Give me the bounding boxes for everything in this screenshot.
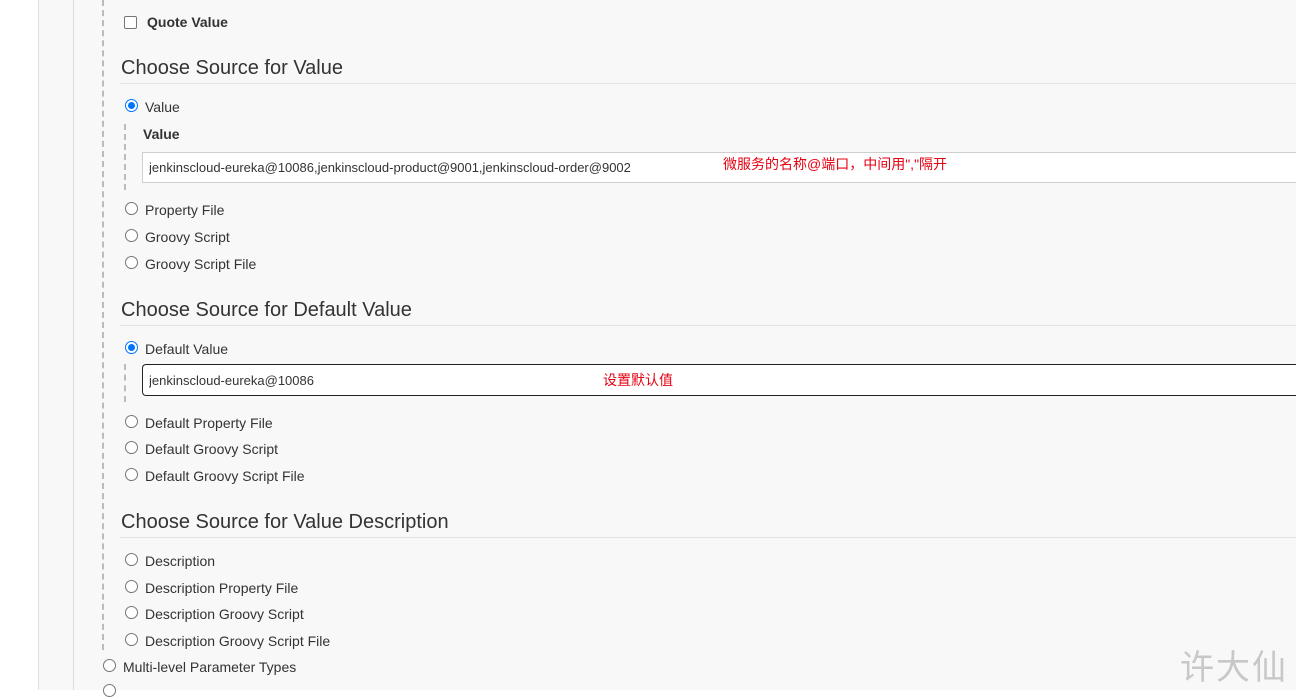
- radio-description-label: Description: [145, 553, 216, 569]
- nesting-rail: [73, 0, 74, 690]
- radio-groovy-script-label: Groovy Script: [145, 229, 230, 245]
- author-watermark: 许大仙: [1180, 648, 1288, 688]
- default-value-annotation: 设置默认值: [603, 372, 673, 388]
- section-dashed-guide: [102, 0, 104, 650]
- value-annotation: 微服务的名称@端口，中间用","隔开: [723, 156, 948, 172]
- radio-default-value[interactable]: [125, 341, 138, 354]
- default-value-source-divider: [120, 325, 1296, 326]
- radio-description-property-file-label: Description Property File: [145, 580, 299, 596]
- radio-default-value-label: Default Value: [145, 341, 229, 357]
- radio-groovy-script-file[interactable]: [125, 256, 138, 269]
- radio-default-groovy-script-label: Default Groovy Script: [145, 441, 279, 457]
- radio-default-groovy-script-file-label: Default Groovy Script File: [145, 468, 305, 484]
- value-dashed-guide: [124, 124, 126, 190]
- radio-description-groovy-script-file-label: Description Groovy Script File: [145, 633, 331, 649]
- radio-multi-level-parameter-types[interactable]: [103, 659, 116, 672]
- radio-property-file[interactable]: [125, 202, 138, 215]
- quote-value-checkbox[interactable]: [124, 16, 137, 29]
- radio-default-property-file[interactable]: [125, 415, 138, 428]
- radio-value[interactable]: [125, 99, 138, 112]
- radio-groovy-script[interactable]: [125, 229, 138, 242]
- quote-value-label: Quote Value: [147, 14, 228, 30]
- radio-description-groovy-script[interactable]: [125, 606, 138, 619]
- radio-groovy-script-file-label: Groovy Script File: [145, 256, 257, 272]
- radio-property-file-label: Property File: [145, 202, 225, 218]
- radio-next-parameter-type[interactable]: [103, 684, 116, 697]
- radio-multi-level-parameter-types-label: Multi-level Parameter Types: [123, 659, 297, 675]
- radio-default-groovy-script-file[interactable]: [125, 468, 138, 481]
- radio-description-property-file[interactable]: [125, 580, 138, 593]
- radio-description[interactable]: [125, 553, 138, 566]
- left-gutter: [0, 0, 39, 690]
- value-source-divider: [120, 83, 1296, 84]
- default-value-input[interactable]: [142, 364, 1296, 396]
- value-input[interactable]: [142, 152, 1296, 183]
- radio-default-property-file-label: Default Property File: [145, 415, 273, 431]
- value-description-source-heading: Choose Source for Value Description: [121, 511, 449, 533]
- radio-default-groovy-script[interactable]: [125, 441, 138, 454]
- value-source-heading: Choose Source for Value: [121, 57, 343, 79]
- radio-description-groovy-script-file[interactable]: [125, 633, 138, 646]
- value-field-label: Value: [143, 126, 180, 142]
- value-description-source-divider: [120, 537, 1296, 538]
- radio-value-label: Value: [145, 99, 180, 115]
- default-value-dashed-guide: [124, 364, 126, 402]
- default-value-source-heading: Choose Source for Default Value: [121, 299, 412, 321]
- radio-description-groovy-script-label: Description Groovy Script: [145, 606, 304, 622]
